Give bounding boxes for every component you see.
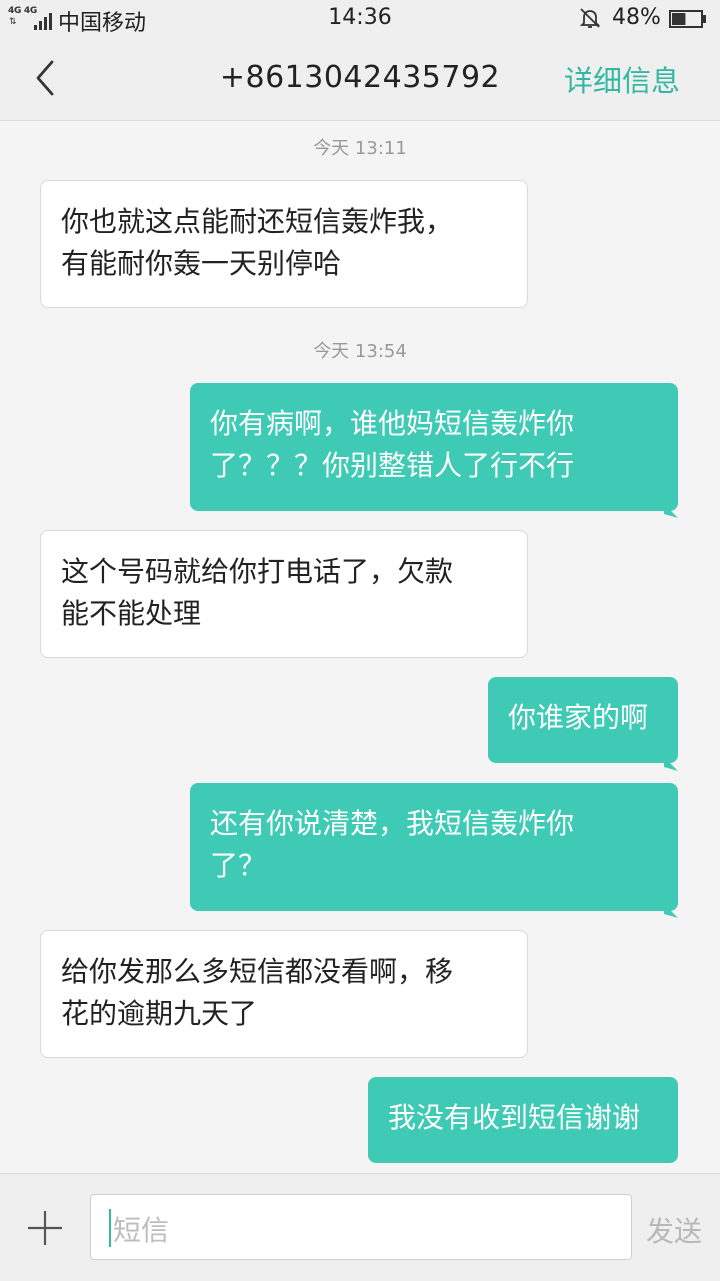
battery-percent: 48% bbox=[612, 5, 661, 30]
message-text: 有能耐你轰一天别停哈 bbox=[61, 247, 342, 280]
composer-bar: 短信 发送 bbox=[0, 1173, 720, 1281]
status-bar: 4G 4G ⇅ 中国移动 14:36 48% bbox=[0, 0, 720, 38]
input-placeholder: 短信 bbox=[113, 1214, 170, 1247]
bubble-tail bbox=[664, 904, 678, 918]
message-text: 我没有收到短信谢谢 bbox=[388, 1101, 641, 1134]
bubble-tail bbox=[664, 757, 678, 771]
message-text: 能不能处理 bbox=[61, 597, 202, 630]
incoming-message[interactable]: 你也就这点能耐还短信轰炸我， 有能耐你轰一天别停哈 bbox=[40, 180, 528, 308]
message-text: 给你发那么多短信都没看啊，移 bbox=[61, 955, 454, 988]
outgoing-message[interactable]: 还有你说清楚，我短信轰炸你 了？ bbox=[190, 783, 678, 911]
message-text: 你有病啊，谁他妈短信轰炸你 bbox=[210, 407, 575, 440]
incoming-message[interactable]: 这个号码就给你打电话了，欠款 能不能处理 bbox=[40, 530, 528, 658]
message-input[interactable]: 短信 bbox=[90, 1194, 632, 1260]
message-text: 了？ bbox=[210, 849, 267, 882]
message-text: 你谁家的啊 bbox=[508, 701, 649, 734]
plus-icon[interactable] bbox=[26, 1209, 64, 1247]
battery-icon bbox=[669, 10, 706, 28]
outgoing-message[interactable]: 我没有收到短信谢谢 bbox=[368, 1077, 678, 1163]
send-button[interactable]: 发送 bbox=[646, 1210, 702, 1250]
outgoing-message[interactable]: 你谁家的啊 bbox=[488, 677, 678, 763]
message-text: 了？？？你别整错人了行不行 bbox=[210, 449, 575, 482]
mute-bell-icon bbox=[579, 8, 601, 28]
message-text: 花的逾期九天了 bbox=[61, 997, 258, 1030]
conversation-header: +8613042435792 详细信息 bbox=[0, 38, 720, 121]
bubble-tail bbox=[664, 504, 678, 518]
message-text: 还有你说清楚，我短信轰炸你 bbox=[210, 807, 575, 840]
text-caret bbox=[109, 1209, 111, 1247]
details-button[interactable]: 详细信息 bbox=[564, 58, 680, 100]
incoming-message[interactable]: 给你发那么多短信都没看啊，移 花的逾期九天了 bbox=[40, 930, 528, 1058]
timestamp: 今天 13:11 bbox=[313, 138, 407, 159]
message-text: 这个号码就给你打电话了，欠款 bbox=[61, 555, 454, 588]
message-text: 你也就这点能耐还短信轰炸我， bbox=[61, 205, 454, 238]
outgoing-message[interactable]: 你有病啊，谁他妈短信轰炸你 了？？？你别整错人了行不行 bbox=[190, 383, 678, 511]
timestamp: 今天 13:54 bbox=[313, 341, 407, 362]
